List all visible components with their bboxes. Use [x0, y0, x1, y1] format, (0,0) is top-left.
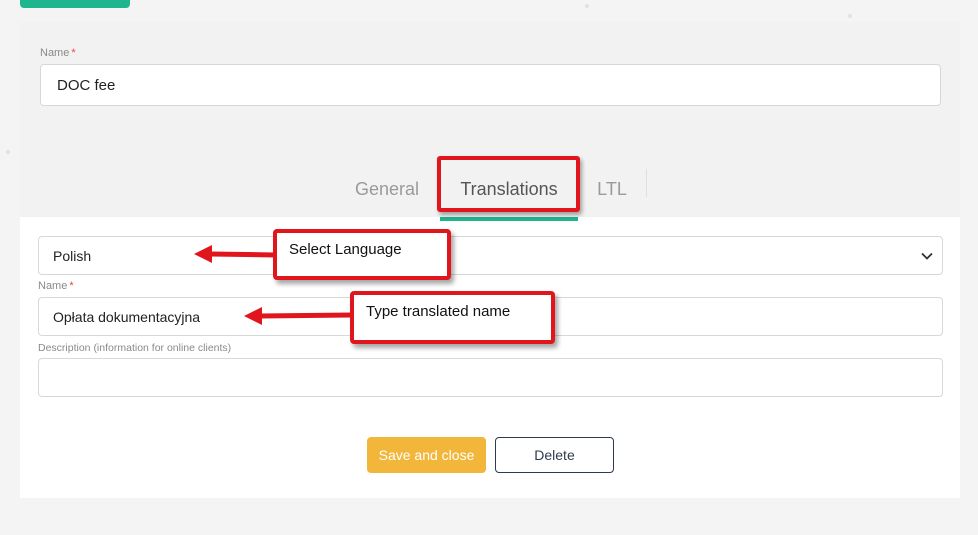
language-select-value: Polish: [53, 247, 92, 264]
translated-name-label-wrapper: Name *: [38, 280, 74, 292]
required-marker: *: [71, 47, 76, 59]
translated-name-label: Name: [38, 280, 68, 292]
name-label: Name: [40, 47, 70, 59]
top-accent-bar: [20, 0, 130, 8]
description-label: Description (information for online clie…: [38, 342, 232, 354]
tab-general-label: General: [354, 179, 420, 199]
background-dot: [6, 150, 10, 154]
background-dot: [585, 4, 589, 8]
active-tab-indicator: [440, 217, 578, 221]
edit-fee-card: Name * DOC fee General Translations LTL P…: [20, 22, 960, 498]
chevron-down-icon: [921, 252, 933, 260]
tab-ltl[interactable]: LTL: [590, 170, 634, 216]
name-field[interactable]: DOC fee: [40, 64, 941, 106]
tab-separator: [646, 169, 647, 197]
background-dot: [848, 14, 852, 18]
arrow-left-icon: [244, 307, 353, 325]
type-translated-name-callout: Type translated name: [350, 291, 555, 344]
name-label-wrapper: Name *: [40, 47, 76, 59]
description-field[interactable]: [38, 358, 943, 397]
tab-ltl-label: LTL: [597, 179, 627, 199]
language-select[interactable]: Polish: [38, 236, 943, 275]
tab-general[interactable]: General: [343, 170, 431, 216]
save-and-close-button[interactable]: Save and close: [367, 437, 486, 473]
required-marker: *: [69, 280, 74, 292]
arrow-left-icon: [194, 245, 277, 263]
name-field-value: DOC fee: [57, 76, 116, 94]
translations-tab-highlight: [437, 156, 580, 212]
translated-name-value: Opłata dokumentacyjna: [53, 308, 201, 325]
select-language-callout: Select Language: [273, 229, 451, 280]
delete-button[interactable]: Delete: [495, 437, 614, 473]
